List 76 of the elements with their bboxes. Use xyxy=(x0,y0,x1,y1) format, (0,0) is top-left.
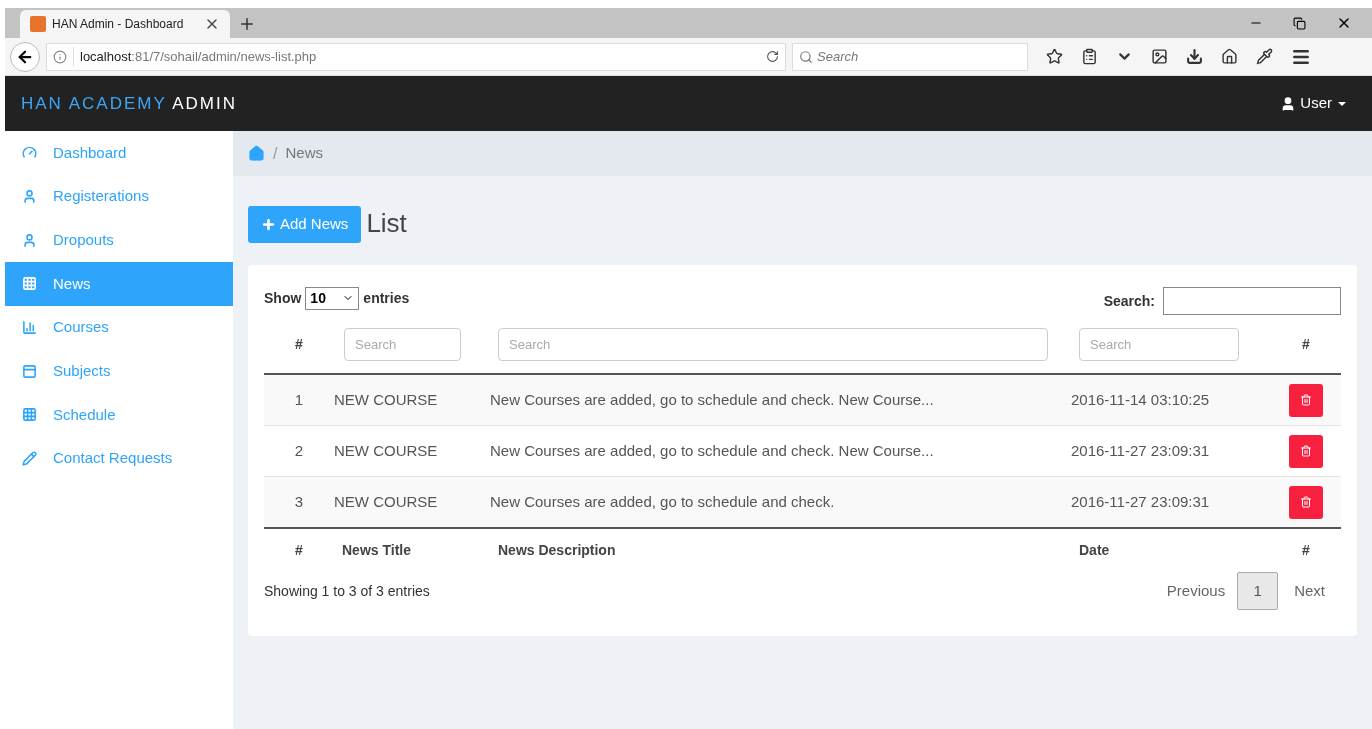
reload-icon[interactable] xyxy=(766,50,779,63)
table-info: Showing 1 to 3 of 3 entries xyxy=(264,581,431,601)
grid-icon xyxy=(22,276,37,292)
tab-title: HAN Admin - Dashboard xyxy=(52,16,185,33)
breadcrumb-current: News xyxy=(285,143,323,164)
previous-button[interactable]: Previous xyxy=(1154,579,1238,603)
sidebar-item[interactable]: Schedule xyxy=(5,393,233,437)
gauge-icon xyxy=(22,145,37,161)
bookmark-star-icon[interactable] xyxy=(1046,48,1063,65)
column-header: # xyxy=(1302,336,1310,352)
caret-icon xyxy=(1338,101,1346,106)
restore-icon[interactable] xyxy=(1293,16,1306,30)
pencil-icon xyxy=(22,451,37,467)
grid-icon xyxy=(22,407,37,423)
back-button[interactable] xyxy=(10,41,40,72)
table-cell-text: NEW COURSE xyxy=(334,389,439,410)
delete-button[interactable] xyxy=(1289,485,1323,519)
brand-title[interactable]: HAN ACADEMY ADMIN xyxy=(21,90,1281,117)
search-icon xyxy=(799,49,813,64)
trash-icon xyxy=(1300,496,1312,508)
table-cell-text: 2016-11-27 23:09:31 xyxy=(1071,440,1211,461)
download-icon[interactable] xyxy=(1186,48,1203,65)
length-select[interactable]: 10 xyxy=(305,286,360,310)
table-cell-text: 1 xyxy=(293,389,305,410)
column-filter-field[interactable]: Search xyxy=(498,327,1048,361)
sidebar-item[interactable]: Registerations xyxy=(5,174,233,219)
column-header: # xyxy=(1302,541,1310,558)
column-header: # xyxy=(295,336,303,352)
page-button[interactable]: 1 xyxy=(1237,572,1279,610)
browser-tab[interactable]: HAN Admin - Dashboard xyxy=(20,10,230,38)
next-button[interactable]: Next xyxy=(1278,579,1341,603)
sidebar-item[interactable]: Contact Requests xyxy=(5,436,233,481)
table-cell-text: New Courses are added, go to schedule and check. xyxy=(490,491,836,512)
panel-icon xyxy=(22,363,37,379)
trash-icon xyxy=(1300,394,1312,406)
column-header: # xyxy=(295,541,303,558)
table-cell-text: 2016-11-14 03:10:25 xyxy=(1071,389,1211,410)
sidebar-item[interactable]: Courses xyxy=(5,305,233,350)
table-cell-text: 2 xyxy=(293,440,305,461)
search-label: Search: xyxy=(1103,291,1155,311)
table-cell-text: 2016-11-27 23:09:31 xyxy=(1071,491,1211,512)
user-menu[interactable]: User xyxy=(1280,92,1356,115)
table-search-field[interactable] xyxy=(1163,287,1341,315)
plus-icon xyxy=(261,217,276,232)
reading-list-icon[interactable] xyxy=(1081,48,1098,65)
browser-search-field[interactable]: Search xyxy=(792,42,1028,71)
trash-icon xyxy=(1300,445,1312,457)
delete-button[interactable] xyxy=(1289,383,1323,417)
sidebar-item[interactable]: News xyxy=(5,262,233,306)
favicon-icon xyxy=(30,16,46,32)
pipette-icon[interactable] xyxy=(1256,48,1273,65)
sidebar-item[interactable]: Dashboard xyxy=(5,131,233,175)
table-cell-text: NEW COURSE xyxy=(334,440,439,461)
table-cell-text: New Courses are added, go to schedule and check. New Course... xyxy=(490,440,935,461)
info-icon[interactable] xyxy=(53,49,67,64)
table-cell-text: 3 xyxy=(293,491,305,512)
column-header: News Title xyxy=(342,541,411,558)
table-cell-text: New Courses are added, go to schedule and check. New Course... xyxy=(490,389,935,410)
home-icon[interactable] xyxy=(1221,48,1238,65)
new-tab-icon[interactable] xyxy=(238,15,256,33)
column-filter-field[interactable]: Search xyxy=(1079,327,1239,361)
length-label: Show xyxy=(264,288,302,308)
sidebar-item[interactable]: Subjects xyxy=(5,349,233,394)
user-icon xyxy=(22,189,37,205)
column-header: Date xyxy=(1079,541,1110,558)
page-heading: List xyxy=(366,207,407,240)
sidebar-item[interactable]: Dropouts xyxy=(5,218,233,263)
user-icon xyxy=(22,232,37,248)
add-news-button[interactable]: Add News xyxy=(248,206,362,243)
bar-chart-icon xyxy=(22,320,37,336)
breadcrumb-separator: / xyxy=(273,143,278,164)
length-suffix: entries xyxy=(363,288,411,308)
table-cell-text: NEW COURSE xyxy=(334,491,439,512)
delete-button[interactable] xyxy=(1289,434,1323,468)
column-filter-field[interactable]: Search xyxy=(344,327,461,361)
column-header: News Description xyxy=(498,541,616,558)
